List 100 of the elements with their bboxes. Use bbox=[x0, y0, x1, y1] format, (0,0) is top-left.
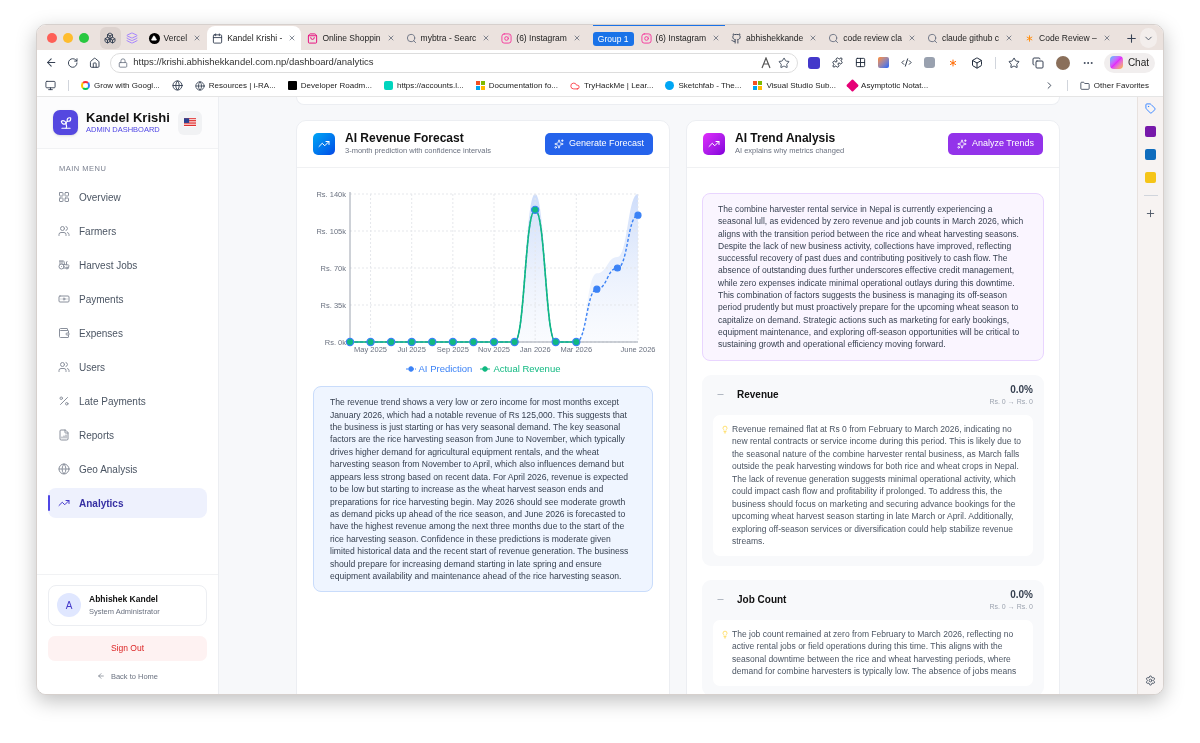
pinned-tab[interactable] bbox=[100, 27, 121, 49]
nav-item[interactable]: Harvest Jobs bbox=[48, 250, 207, 281]
legend-marker-icon bbox=[480, 366, 491, 373]
window-close-button[interactable] bbox=[47, 33, 57, 43]
nav-item[interactable]: Geo Analysis bbox=[48, 454, 207, 485]
close-icon[interactable] bbox=[572, 34, 581, 42]
profile-avatar[interactable] bbox=[1055, 55, 1070, 70]
nav-item[interactable]: Reports bbox=[48, 420, 207, 451]
close-icon[interactable] bbox=[712, 34, 721, 42]
close-icon[interactable] bbox=[386, 34, 395, 42]
language-button[interactable] bbox=[178, 110, 202, 135]
reload-icon[interactable] bbox=[67, 56, 79, 69]
mail-app-icon[interactable] bbox=[1145, 149, 1156, 160]
browser-tab[interactable]: Online Shoppin bbox=[302, 26, 400, 50]
bookmark[interactable]: Grow with Googl... bbox=[81, 79, 160, 92]
close-icon[interactable] bbox=[1005, 34, 1014, 42]
lightbulb-icon bbox=[721, 629, 729, 639]
copilot-logo-icon bbox=[1109, 56, 1123, 69]
logo-icon bbox=[665, 81, 675, 90]
grid-icon bbox=[58, 191, 70, 204]
device-icon[interactable] bbox=[45, 80, 56, 91]
forecast-summary: The revenue trend shows a very low or zero income for most months except January 2026, which had a notable revenue of Rs 125,000. This suggests that the business is just starting or has very seasonal demand. The key seasonal factors are the rice harvesting season from June to November, which typically drives higher demand for agricultural equipment rentals, and the wheat harvesting season from November to April, which also influences demand but appears less strong based on recent data. For April 2026, revenue is expected to be low but starting to increase as the wheat harvest season ends and preparations for rice harvesting begin. May 2026 should see moderate growth as demand picks up ahead of the rice season, and June 2026 is forecasted to have the highest revenue among the next three months due to the start of the rice harvesting season. Confidence in these predictions is moderate given limited historical data and the recent start of revenue generation. The business should prepare for increasing demand starting in late spring and ensure equipment availability and maintenance ahead of the rice harvesting season. bbox=[330, 396, 630, 583]
nav-item[interactable]: Late Payments bbox=[48, 386, 207, 417]
close-icon[interactable] bbox=[1102, 34, 1111, 42]
extension-icon[interactable] bbox=[807, 56, 820, 69]
data-point bbox=[489, 337, 499, 347]
sign-out-button[interactable]: Sign Out bbox=[48, 635, 207, 661]
browser-tab[interactable]: mybtra - Searc bbox=[400, 26, 496, 50]
browser-tab[interactable]: Code Review – bbox=[1019, 26, 1116, 50]
close-icon[interactable] bbox=[809, 34, 818, 42]
puzzle-icon[interactable] bbox=[831, 57, 843, 68]
search-icon bbox=[828, 32, 840, 44]
bookmark[interactable]: Sketchfab - The... bbox=[665, 79, 742, 92]
arrow-left-icon bbox=[96, 672, 105, 681]
data-point bbox=[613, 264, 622, 272]
globe-bookmark-icon[interactable] bbox=[171, 80, 183, 91]
notebook-app-icon[interactable] bbox=[1145, 126, 1156, 137]
nav-item[interactable]: Expenses bbox=[48, 318, 207, 349]
data-point bbox=[551, 337, 560, 347]
cube-icon bbox=[846, 79, 859, 92]
sparkles-icon bbox=[553, 139, 564, 149]
cloud-icon bbox=[570, 80, 581, 91]
chat-button[interactable]: Chat bbox=[1103, 52, 1155, 73]
bookmark[interactable]: Documentation fo... bbox=[475, 79, 559, 92]
bookmark[interactable]: Asymptotic Notat... bbox=[848, 79, 929, 92]
data-point bbox=[407, 337, 416, 347]
nav-item[interactable]: Payments bbox=[48, 284, 207, 315]
settings-icon[interactable] bbox=[1145, 675, 1156, 686]
sprout-logo-icon bbox=[53, 110, 78, 135]
cube-icon[interactable] bbox=[970, 56, 983, 69]
read-aloud-icon[interactable] bbox=[760, 56, 773, 69]
flag-icon bbox=[184, 118, 196, 127]
sparkles-icon bbox=[956, 139, 967, 149]
browser-tab[interactable]: Vercel bbox=[143, 26, 207, 50]
back-icon[interactable] bbox=[45, 56, 58, 69]
home-icon[interactable] bbox=[88, 56, 101, 69]
other-favorites-folder[interactable]: Other Favorites bbox=[1079, 79, 1149, 92]
close-icon[interactable] bbox=[482, 34, 491, 42]
metric-name: Job Count bbox=[737, 593, 788, 608]
browser-tab[interactable]: code review cla bbox=[823, 26, 921, 50]
analyze-trends-button[interactable]: Analyze Trends bbox=[947, 133, 1043, 155]
report-icon bbox=[58, 429, 70, 442]
add-icon[interactable] bbox=[1145, 208, 1156, 219]
browser-tab[interactable]: (6) Instagram bbox=[496, 26, 586, 50]
metric-change: 0.0% bbox=[1010, 382, 1033, 397]
extension-icon[interactable] bbox=[877, 57, 889, 68]
code-icon[interactable] bbox=[900, 57, 912, 68]
bookmark[interactable]: TryHackMe | Lear... bbox=[570, 79, 654, 92]
nav-item[interactable]: Users bbox=[48, 352, 207, 383]
collections-icon[interactable] bbox=[1031, 56, 1044, 69]
browser-tab[interactable]: Kandel Krishi - bbox=[207, 26, 302, 50]
tab-group-label[interactable]: Group 1 bbox=[592, 32, 634, 46]
trend-up-icon bbox=[703, 133, 725, 155]
bookmark[interactable]: Developer Roadm... bbox=[287, 79, 372, 92]
metric-explanation: The job count remained at zero from February to March 2026, reflecting no active rental jobs or field operations during this time. This aligns with the seasonal downtime between the rice and wheat harvesting periods, where demand for combine harvesters is typically low. The absence of jobs means bbox=[732, 627, 1018, 678]
bookmark[interactable]: https://accounts.l... bbox=[383, 79, 464, 92]
browser-tab[interactable]: claude github c bbox=[921, 26, 1019, 50]
bookmark[interactable]: Resources | i-RA... bbox=[194, 79, 276, 92]
favorites-icon[interactable] bbox=[1007, 56, 1020, 69]
nav-item[interactable]: Overview bbox=[48, 182, 207, 213]
bookmark[interactable]: Visual Studio Sub... bbox=[753, 79, 837, 92]
close-icon[interactable] bbox=[907, 34, 916, 42]
camera-icon bbox=[501, 32, 513, 44]
new-tab-icon[interactable] bbox=[1124, 32, 1138, 45]
nav-item[interactable]: Analytics bbox=[48, 488, 207, 519]
metric-change: 0.0% bbox=[1010, 587, 1033, 602]
grid-icon[interactable] bbox=[854, 57, 866, 68]
close-icon[interactable] bbox=[193, 34, 202, 42]
lock-icon bbox=[118, 57, 129, 68]
address-bar[interactable]: https://krishi.abhishekkandel.com.np/dashboard/analytics bbox=[110, 52, 798, 73]
browser-tab[interactable]: abhishekkande bbox=[726, 26, 823, 50]
data-point bbox=[510, 337, 519, 347]
favorite-star-icon[interactable] bbox=[777, 56, 790, 69]
four-squares-icon bbox=[475, 81, 485, 90]
triangle-logo-icon bbox=[148, 32, 160, 44]
generate-forecast-button[interactable]: Generate Forecast bbox=[544, 133, 653, 155]
nav-item[interactable]: Farmers bbox=[48, 216, 207, 247]
close-icon[interactable] bbox=[288, 34, 297, 42]
user-name: Abhishek Kandel bbox=[89, 593, 159, 606]
browser-tab[interactable]: (6) Instagram bbox=[635, 26, 726, 50]
